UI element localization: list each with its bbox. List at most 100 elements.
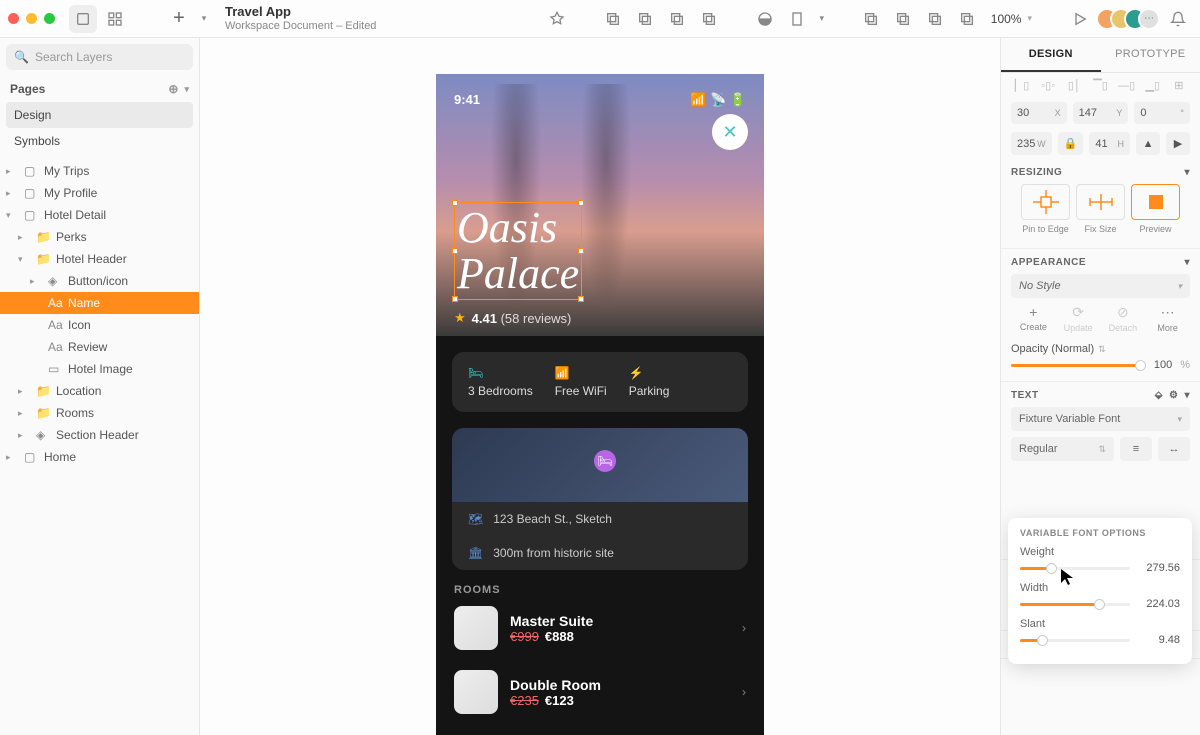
layer-row[interactable]: ▾▢Hotel Detail bbox=[0, 204, 199, 226]
crop-dropdown-icon[interactable]: ▾ bbox=[815, 5, 829, 33]
align-bottom-icon[interactable]: ▁▯ bbox=[1142, 79, 1164, 92]
x-input[interactable]: 30X bbox=[1011, 102, 1067, 124]
vf-slider[interactable] bbox=[1020, 567, 1130, 570]
style-select[interactable]: No Style▾ bbox=[1011, 274, 1190, 298]
canvas[interactable]: 9:41 📶 📡 🔋 ✕ OasisPalace ★ bbox=[200, 38, 1000, 735]
align-middle-icon[interactable]: —▯ bbox=[1116, 79, 1138, 92]
gear-icon[interactable]: ⚙ bbox=[1169, 390, 1178, 401]
rotation-input[interactable]: 0° bbox=[1134, 102, 1190, 124]
artboard-hotel-detail: 9:41 📶 📡 🔋 ✕ OasisPalace ★ bbox=[436, 74, 764, 735]
align-top-icon[interactable]: ▔▯ bbox=[1089, 79, 1111, 92]
layer-tree: ▸▢My Trips▸▢My Profile▾▢Hotel Detail▸📁Pe… bbox=[0, 154, 199, 735]
opacity-dropdown-icon[interactable]: ⇅ bbox=[1098, 344, 1106, 355]
chevron-down-icon[interactable]: ▾ bbox=[1184, 257, 1190, 268]
notifications-icon[interactable] bbox=[1164, 5, 1192, 33]
layer-row[interactable]: ▸▢Home bbox=[0, 446, 199, 468]
close-button[interactable]: ✕ bbox=[712, 114, 748, 150]
close-window-icon[interactable] bbox=[8, 13, 19, 24]
crop-tool-icon[interactable] bbox=[783, 5, 811, 33]
align-controls: ▏▯ ◦▯◦ ▯│ ▔▯ —▯ ▁▯ ⊞ bbox=[1001, 73, 1200, 98]
group-tool-4-icon[interactable] bbox=[695, 5, 723, 33]
symbol-tool-icon[interactable] bbox=[543, 5, 571, 33]
group-tool-2-icon[interactable] bbox=[631, 5, 659, 33]
inspector-tabs: DESIGN PROTOTYPE bbox=[1001, 38, 1200, 73]
resize-pin-button[interactable]: Pin to Edge bbox=[1021, 184, 1070, 234]
maximize-window-icon[interactable] bbox=[44, 13, 55, 24]
insert-button[interactable]: + bbox=[165, 5, 193, 33]
page-item[interactable]: Symbols bbox=[0, 128, 199, 154]
layer-row[interactable]: AaReview bbox=[0, 336, 199, 358]
vf-slider[interactable] bbox=[1020, 639, 1130, 642]
avatar-more: ⋯ bbox=[1138, 8, 1160, 30]
layer-tool-3-icon[interactable] bbox=[921, 5, 949, 33]
font-weight-select[interactable]: Regular⇅ bbox=[1011, 437, 1114, 461]
panel-layout-grid-button[interactable] bbox=[101, 5, 129, 33]
search-layers-input[interactable]: 🔍 Search Layers bbox=[6, 44, 193, 70]
vf-slider[interactable] bbox=[1020, 603, 1130, 606]
chevron-down-icon[interactable]: ▾ bbox=[1184, 390, 1190, 401]
layer-tool-2-icon[interactable] bbox=[889, 5, 917, 33]
room-row[interactable]: Double Room€235€123› bbox=[436, 660, 764, 724]
chevron-down-icon[interactable]: ▾ bbox=[1184, 167, 1190, 178]
align-v-icon[interactable]: ▯│ bbox=[1063, 79, 1085, 92]
insert-dropdown[interactable]: ▾ bbox=[197, 5, 211, 33]
update-style-button[interactable]: ⟳Update bbox=[1056, 304, 1101, 333]
tab-design[interactable]: DESIGN bbox=[1001, 38, 1101, 72]
group-tool-3-icon[interactable] bbox=[663, 5, 691, 33]
window-controls bbox=[8, 13, 55, 24]
chevron-down-icon[interactable]: ▾ bbox=[184, 84, 189, 95]
layer-row[interactable]: ▸▢My Trips bbox=[0, 160, 199, 182]
distribute-icon[interactable]: ⊞ bbox=[1168, 79, 1190, 92]
map-pin-icon: 🛏 bbox=[594, 450, 616, 472]
layer-row[interactable]: ▭Hotel Image bbox=[0, 358, 199, 380]
lock-aspect-icon[interactable]: 🔒 bbox=[1058, 132, 1084, 155]
layer-tool-4-icon[interactable] bbox=[953, 5, 981, 33]
w-input[interactable]: 235W bbox=[1011, 132, 1052, 155]
layer-row[interactable]: ▸📁Location bbox=[0, 380, 199, 402]
flip-v-icon[interactable]: ▶ bbox=[1166, 132, 1190, 155]
layer-row[interactable]: ▸📁Rooms bbox=[0, 402, 199, 424]
y-input[interactable]: 147Y bbox=[1073, 102, 1129, 124]
layer-row[interactable]: ▾📁Hotel Header bbox=[0, 248, 199, 270]
flip-h-icon[interactable]: ▲ bbox=[1136, 132, 1160, 155]
layer-row[interactable]: AaName bbox=[0, 292, 199, 314]
resize-preview-button[interactable]: Preview bbox=[1131, 184, 1180, 234]
layer-row[interactable]: ▸▢My Profile bbox=[0, 182, 199, 204]
layer-tool-1-icon[interactable] bbox=[857, 5, 885, 33]
minimize-window-icon[interactable] bbox=[26, 13, 37, 24]
text-settings-icon[interactable]: ⬙ bbox=[1155, 390, 1163, 401]
line-height-button[interactable]: ≡ bbox=[1120, 437, 1152, 461]
resize-fix-button[interactable]: Fix Size bbox=[1076, 184, 1125, 234]
page-item[interactable]: Design bbox=[6, 102, 193, 128]
panel-layout-list-button[interactable] bbox=[69, 5, 97, 33]
tab-prototype[interactable]: PROTOTYPE bbox=[1101, 38, 1200, 72]
h-input[interactable]: 41H bbox=[1089, 132, 1130, 155]
mask-tool-icon[interactable] bbox=[751, 5, 779, 33]
align-left-icon[interactable]: ▏▯ bbox=[1011, 79, 1033, 92]
layer-row[interactable]: AaIcon bbox=[0, 314, 199, 336]
location-card: 🛏 🗺123 Beach St., Sketch 🏛300m from hist… bbox=[452, 428, 748, 570]
collaborator-avatars[interactable]: ⋯ bbox=[1104, 8, 1160, 30]
font-family-select[interactable]: Fixture Variable Font▾ bbox=[1011, 407, 1190, 431]
landmark-icon: 🏛 bbox=[468, 546, 483, 560]
hero-image: 9:41 📶 📡 🔋 ✕ OasisPalace ★ bbox=[436, 74, 764, 336]
letter-spacing-button[interactable]: ↔ bbox=[1158, 437, 1190, 461]
search-icon: 🔍 bbox=[14, 50, 29, 64]
play-preview-button[interactable] bbox=[1066, 5, 1094, 33]
search-placeholder: Search Layers bbox=[35, 50, 112, 64]
rating-row: ★ 4.41 (58 reviews) bbox=[454, 310, 571, 326]
opacity-slider[interactable] bbox=[1011, 364, 1146, 367]
align-center-h-icon[interactable]: ◦▯◦ bbox=[1037, 79, 1059, 92]
create-style-button[interactable]: +Create bbox=[1011, 304, 1056, 333]
layer-row[interactable]: ▸◈Section Header bbox=[0, 424, 199, 446]
more-style-button[interactable]: ⋯More bbox=[1145, 304, 1190, 333]
room-row[interactable]: Master Suite€999€888› bbox=[436, 596, 764, 660]
layer-row[interactable]: ▸📁Perks bbox=[0, 226, 199, 248]
add-page-icon[interactable]: ⊕ bbox=[168, 82, 178, 96]
group-tool-icon[interactable] bbox=[599, 5, 627, 33]
zoom-control[interactable]: 100% ▾ bbox=[991, 12, 1032, 26]
selected-text-layer[interactable]: OasisPalace bbox=[454, 202, 582, 300]
left-panel: 🔍 Search Layers Pages ⊕ ▾ DesignSymbols … bbox=[0, 38, 200, 735]
layer-row[interactable]: ▸◈Button/icon bbox=[0, 270, 199, 292]
detach-style-button[interactable]: ⊘Detach bbox=[1101, 304, 1146, 333]
